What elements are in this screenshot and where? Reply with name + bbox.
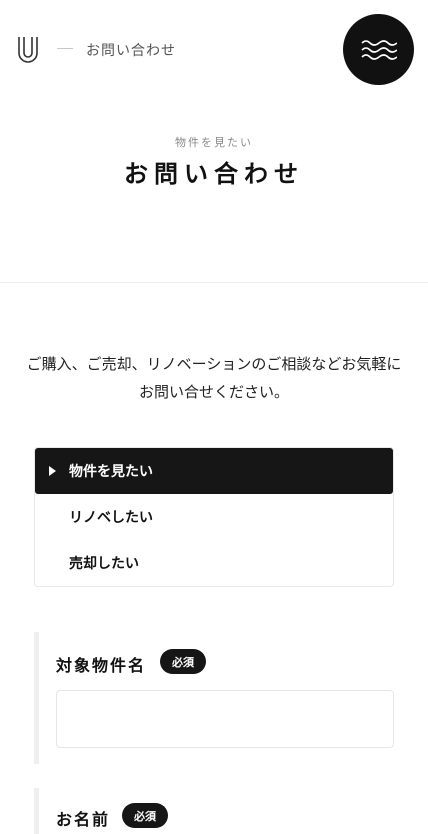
triangle-right-icon [49,466,56,476]
tab-sell[interactable]: 売却したい [35,540,393,586]
site-header: お問い合わせ [0,0,428,100]
field-label: 対象物件名 [56,656,147,675]
name-field: お名前 必須 [34,788,396,834]
page-title: お問い合わせ [124,160,304,188]
breadcrumb: お問い合わせ [86,43,176,59]
property-name-field: 対象物件名 必須 [34,632,396,764]
tab-label: 物件を見たい [69,464,153,480]
breadcrumb-divider [57,48,73,49]
required-badge: 必須 [160,649,206,674]
field-label: お名前 [56,810,111,829]
property-name-input[interactable] [56,690,394,748]
tab-label: リノベしたい [69,510,153,526]
tab-renovation[interactable]: リノベしたい [35,494,393,540]
page-subtitle: 物件を見たい [175,136,253,149]
field-accent-bar [34,632,39,764]
tab-view-property[interactable]: 物件を見たい [35,448,393,494]
u-logo-icon[interactable] [16,35,40,63]
wave-menu-icon [360,39,397,60]
section-divider [0,282,428,283]
field-accent-bar [34,788,39,834]
required-badge: 必須 [122,803,168,828]
menu-button[interactable] [343,14,414,85]
inquiry-type-tabs: 物件を見たい リノベしたい 売却したい [34,447,394,587]
intro-text: ご購入、ご売却、リノベーションのご相談などお気軽にお問い合せください。 [26,355,402,401]
tab-label: 売却したい [69,556,139,572]
